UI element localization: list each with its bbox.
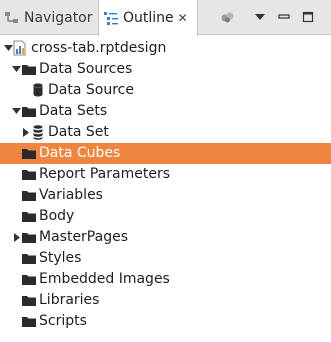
navigator-icon <box>5 11 18 23</box>
tree-item-label: cross-tab.rptdesign <box>31 40 167 56</box>
tab-outline-label: Outline <box>123 10 174 26</box>
folder-icon <box>22 170 36 180</box>
folder-icon <box>22 191 36 201</box>
tree-item-embedded-images[interactable]: Embedded Images <box>0 269 331 290</box>
folder-icon <box>22 65 36 75</box>
folder-icon <box>22 212 36 222</box>
tree-item-report-parameters[interactable]: Report Parameters <box>0 164 331 185</box>
tab-navigator[interactable]: Navigator <box>0 0 98 35</box>
tree-item-label: Report Parameters <box>39 166 170 182</box>
minimize-icon[interactable] <box>275 8 293 26</box>
tree-item-label: Data Source <box>48 82 134 98</box>
tree-item-label: Data Sets <box>39 103 108 119</box>
report-design-icon <box>13 40 26 56</box>
tree-item-label: Data Cubes <box>39 145 121 161</box>
folder-icon <box>22 275 36 285</box>
folder-icon <box>22 317 36 327</box>
tree-item-master-pages[interactable]: MasterPages <box>0 227 331 248</box>
tree-item-label: Body <box>39 208 75 224</box>
tree-item-data-source[interactable]: Data Source <box>0 80 331 101</box>
expand-arrow-icon[interactable] <box>12 107 21 116</box>
tree-item-label: Embedded Images <box>39 271 170 287</box>
view-tab-bar: Navigator Outline ✕ <box>0 0 331 36</box>
expand-arrow-icon[interactable] <box>12 65 21 74</box>
tab-navigator-label: Navigator <box>24 9 93 26</box>
folder-icon <box>22 254 36 264</box>
tab-outline[interactable]: Outline ✕ <box>98 0 198 36</box>
tree-item-body[interactable]: Body <box>0 206 331 227</box>
tree-item-label: Styles <box>39 250 82 266</box>
tree-item-root[interactable]: cross-tab.rptdesign <box>0 38 331 59</box>
dataset-icon <box>33 125 43 140</box>
maximize-icon[interactable] <box>299 8 317 26</box>
tree-item-label: Libraries <box>39 292 100 308</box>
tree-item-label: Data Sources <box>39 61 133 77</box>
tree-item-data-set[interactable]: Data Set <box>0 122 331 143</box>
folder-icon <box>22 149 36 159</box>
tree-item-label: MasterPages <box>39 229 128 245</box>
folder-icon <box>22 296 36 306</box>
tree-item-styles[interactable]: Styles <box>0 248 331 269</box>
view-menu-icon[interactable] <box>251 8 269 26</box>
outline-icon <box>104 12 118 25</box>
tree-item-scripts[interactable]: Scripts <box>0 311 331 332</box>
tree-item-data-sources[interactable]: Data Sources <box>0 59 331 80</box>
collapsed-arrow-icon[interactable] <box>21 128 30 137</box>
collapsed-arrow-icon[interactable] <box>12 233 21 242</box>
database-icon <box>33 83 43 97</box>
tree-item-label: Variables <box>39 187 103 203</box>
tree-item-variables[interactable]: Variables <box>0 185 331 206</box>
tree-item-libraries[interactable]: Libraries <box>0 290 331 311</box>
link-icon[interactable] <box>218 8 236 26</box>
folder-icon <box>22 233 36 243</box>
folder-icon <box>22 107 36 117</box>
tree-item-label: Data Set <box>48 124 109 140</box>
close-icon[interactable]: ✕ <box>178 11 188 25</box>
tree-item-data-sets[interactable]: Data Sets <box>0 101 331 122</box>
tree-item-data-cubes[interactable]: Data Cubes <box>0 143 331 164</box>
tree-item-label: Scripts <box>39 313 87 329</box>
